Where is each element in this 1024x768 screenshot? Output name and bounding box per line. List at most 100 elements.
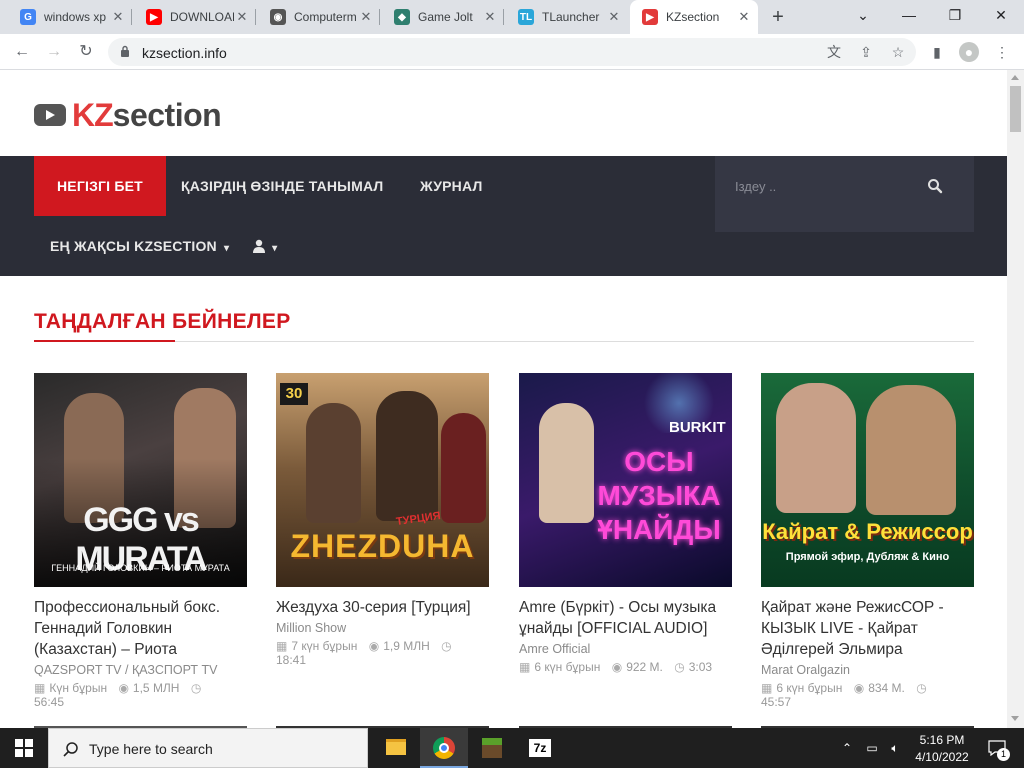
thumb-artist-text: BURKIT xyxy=(669,419,726,436)
video-thumbnail[interactable]: 30 ТУРЦИЯ ZHEZDUHA xyxy=(276,373,489,587)
scrollbar-thumb[interactable] xyxy=(1010,86,1021,132)
url-text: kzsection.info xyxy=(142,45,227,61)
play-logo-icon xyxy=(34,104,66,126)
search-icon xyxy=(63,742,78,757)
taskbar-search[interactable]: Type here to search xyxy=(48,728,368,768)
thumb-title-text: ОСЫ МУЗЫКА ҰНАЙДЫ xyxy=(597,446,721,545)
nav-journal[interactable]: ЖУРНАЛ xyxy=(404,156,498,216)
side-panel-icon[interactable]: ▮ xyxy=(927,42,947,62)
close-window-button[interactable]: ✕ xyxy=(978,0,1024,30)
video-views: 1,9 МЛН xyxy=(383,639,430,653)
tab-close-icon[interactable]: ✕ xyxy=(358,9,374,25)
share-icon[interactable]: ⇪ xyxy=(856,42,876,62)
section-title: ТАҢДАЛҒАН БЕЙНЕЛЕР xyxy=(34,310,291,333)
back-icon[interactable]: ← xyxy=(10,40,34,64)
new-tab-button[interactable]: + xyxy=(766,5,790,29)
nav-home[interactable]: НЕГІЗГІ БЕТ xyxy=(34,156,166,216)
video-title[interactable]: Қайрат және РежисСОР - КЫЗЫК LIVE - Қайр… xyxy=(761,597,974,660)
clock[interactable]: 5:16 PM 4/10/2022 xyxy=(908,728,976,768)
video-date: 6 күн бұрын xyxy=(534,660,601,674)
tab-close-icon[interactable]: ✕ xyxy=(110,9,126,25)
video-duration: 45:57 xyxy=(761,695,792,709)
file-explorer-app[interactable] xyxy=(372,728,420,768)
lock-icon xyxy=(121,45,129,57)
user-icon xyxy=(253,239,265,253)
section-divider-accent xyxy=(34,340,175,342)
tab-close-icon[interactable]: ✕ xyxy=(234,9,250,25)
volume-icon[interactable]: 🔈︎ xyxy=(886,728,904,768)
network-icon[interactable]: ▭ xyxy=(862,728,882,768)
browser-tab[interactable]: ◆ Game Jolt ✕ xyxy=(382,0,504,34)
tray-chevron-up-icon[interactable]: ⌃ xyxy=(838,728,856,768)
nav-best[interactable]: ЕҢ ЖАҚСЫ KZSECTION ▾ xyxy=(34,216,245,276)
video-thumbnail[interactable]: GGG vs MURATA ГЕННАДИЙ ГОЛОВКИН – РИОТА … xyxy=(34,373,247,587)
restore-button[interactable]: ❐ xyxy=(932,0,978,30)
video-views: 834 М. xyxy=(868,681,905,695)
notification-badge: 1 xyxy=(997,748,1010,761)
notification-center[interactable]: 1 xyxy=(982,728,1012,768)
nav-user-menu[interactable]: ▾ xyxy=(236,216,293,276)
tab-close-icon[interactable]: ✕ xyxy=(482,9,498,25)
video-card[interactable]: GGG vs MURATA ГЕННАДИЙ ГОЛОВКИН – РИОТА … xyxy=(34,373,247,709)
7zip-app[interactable]: 7z xyxy=(516,728,564,768)
video-views: 922 М. xyxy=(626,660,663,674)
thumb-badge: 30 xyxy=(280,383,308,405)
tab-favicon-icon: G xyxy=(20,9,36,25)
browser-tab[interactable]: TL TLauncher ✕ xyxy=(506,0,628,34)
video-title[interactable]: Amre (Бүркіт) - Осы музыка ұнайды [OFFIC… xyxy=(519,597,732,639)
tab-search-icon[interactable]: ⌄ xyxy=(840,0,886,30)
video-channel[interactable]: Amre Official xyxy=(519,642,732,656)
page-scrollbar[interactable] xyxy=(1007,70,1024,728)
start-button[interactable] xyxy=(0,728,48,768)
site-logo[interactable]: KZ section xyxy=(34,96,222,133)
thumb-figure xyxy=(539,403,594,523)
menu-kebab-icon[interactable]: ⋮ xyxy=(992,42,1012,62)
thumb-subtitle-text: Прямой эфир, Дубляж & Кино xyxy=(785,551,950,563)
video-card[interactable]: BURKIT ОСЫ МУЗЫКА ҰНАЙДЫ Amre (Бүркіт) -… xyxy=(519,373,732,674)
eye-icon: ◉ xyxy=(611,660,623,674)
browser-tab[interactable]: Gwindows xp ✕ xyxy=(8,0,132,34)
7zip-icon: 7z xyxy=(529,739,551,757)
tab-title: TLauncher xyxy=(542,10,600,24)
translate-icon[interactable]: 文 xyxy=(824,42,844,62)
tab-close-icon[interactable]: ✕ xyxy=(606,9,622,25)
tab-favicon-icon: ▶ xyxy=(146,9,162,25)
scroll-down-icon[interactable] xyxy=(1011,716,1019,721)
forward-icon[interactable]: → xyxy=(42,40,66,64)
clock-time: 5:16 PM xyxy=(919,733,965,747)
folder-icon xyxy=(386,739,406,755)
bookmark-star-icon[interactable]: ☆ xyxy=(888,42,908,62)
browser-tab[interactable]: ◉ Computerm ✕ xyxy=(258,0,380,34)
clock-icon: ◷ xyxy=(441,639,452,653)
video-date: 6 күн бұрын xyxy=(776,681,843,695)
scroll-up-icon[interactable] xyxy=(1011,75,1019,80)
browser-tab[interactable]: ▶ DOWNLOAD ✕ xyxy=(134,0,256,34)
logo-section-text: section xyxy=(112,96,222,133)
browser-tab[interactable]: ▶ KZsection ✕ xyxy=(630,0,758,34)
video-title[interactable]: Профессиональный бокс. Геннадий Головкин… xyxy=(34,597,247,660)
address-bar[interactable]: kzsection.info xyxy=(108,38,916,66)
video-channel[interactable]: QAZSPORT TV / ҚАЗСПОРТ TV xyxy=(34,663,247,677)
video-card[interactable]: Кайрат & Режиссор Прямой эфир, Дубляж & … xyxy=(761,373,974,709)
video-duration: 3:03 xyxy=(688,660,713,674)
tab-close-icon[interactable]: ✕ xyxy=(736,9,752,25)
reload-icon[interactable]: ↻ xyxy=(74,40,98,64)
tab-title: windows xp xyxy=(44,10,107,24)
video-card[interactable]: 30 ТУРЦИЯ ZHEZDUHA Жездуха 30-серия [Тур… xyxy=(276,373,489,667)
search-icon[interactable] xyxy=(927,178,943,194)
minecraft-app[interactable] xyxy=(468,728,516,768)
tab-title: Computerm xyxy=(294,10,357,24)
video-title[interactable]: Жездуха 30-серия [Турция] xyxy=(276,597,489,618)
search-input[interactable] xyxy=(735,174,925,198)
browser-tab-strip: Gwindows xp ✕ ▶ DOWNLOAD ✕ ◉ Computerm ✕ ◆ Game J… xyxy=(0,0,1024,34)
video-channel[interactable]: Marat Oralgazin xyxy=(761,663,974,677)
chrome-app[interactable] xyxy=(420,728,468,768)
browser-toolbar: ← → ↻ kzsection.info 文 ⇪ ☆ ▮ ● ⋮ xyxy=(0,34,1024,70)
profile-avatar-icon[interactable]: ● xyxy=(959,42,979,62)
minimize-button[interactable]: — xyxy=(886,0,932,30)
video-thumbnail[interactable]: Кайрат & Режиссор Прямой эфир, Дубляж & … xyxy=(761,373,974,587)
tab-favicon-icon: TL xyxy=(518,9,534,25)
video-channel[interactable]: Million Show xyxy=(276,621,489,635)
nav-popular[interactable]: ҚАЗІРДІҢ ӨЗІНДЕ ТАНЫМАЛ xyxy=(165,156,399,216)
video-thumbnail[interactable]: BURKIT ОСЫ МУЗЫКА ҰНАЙДЫ xyxy=(519,373,732,587)
